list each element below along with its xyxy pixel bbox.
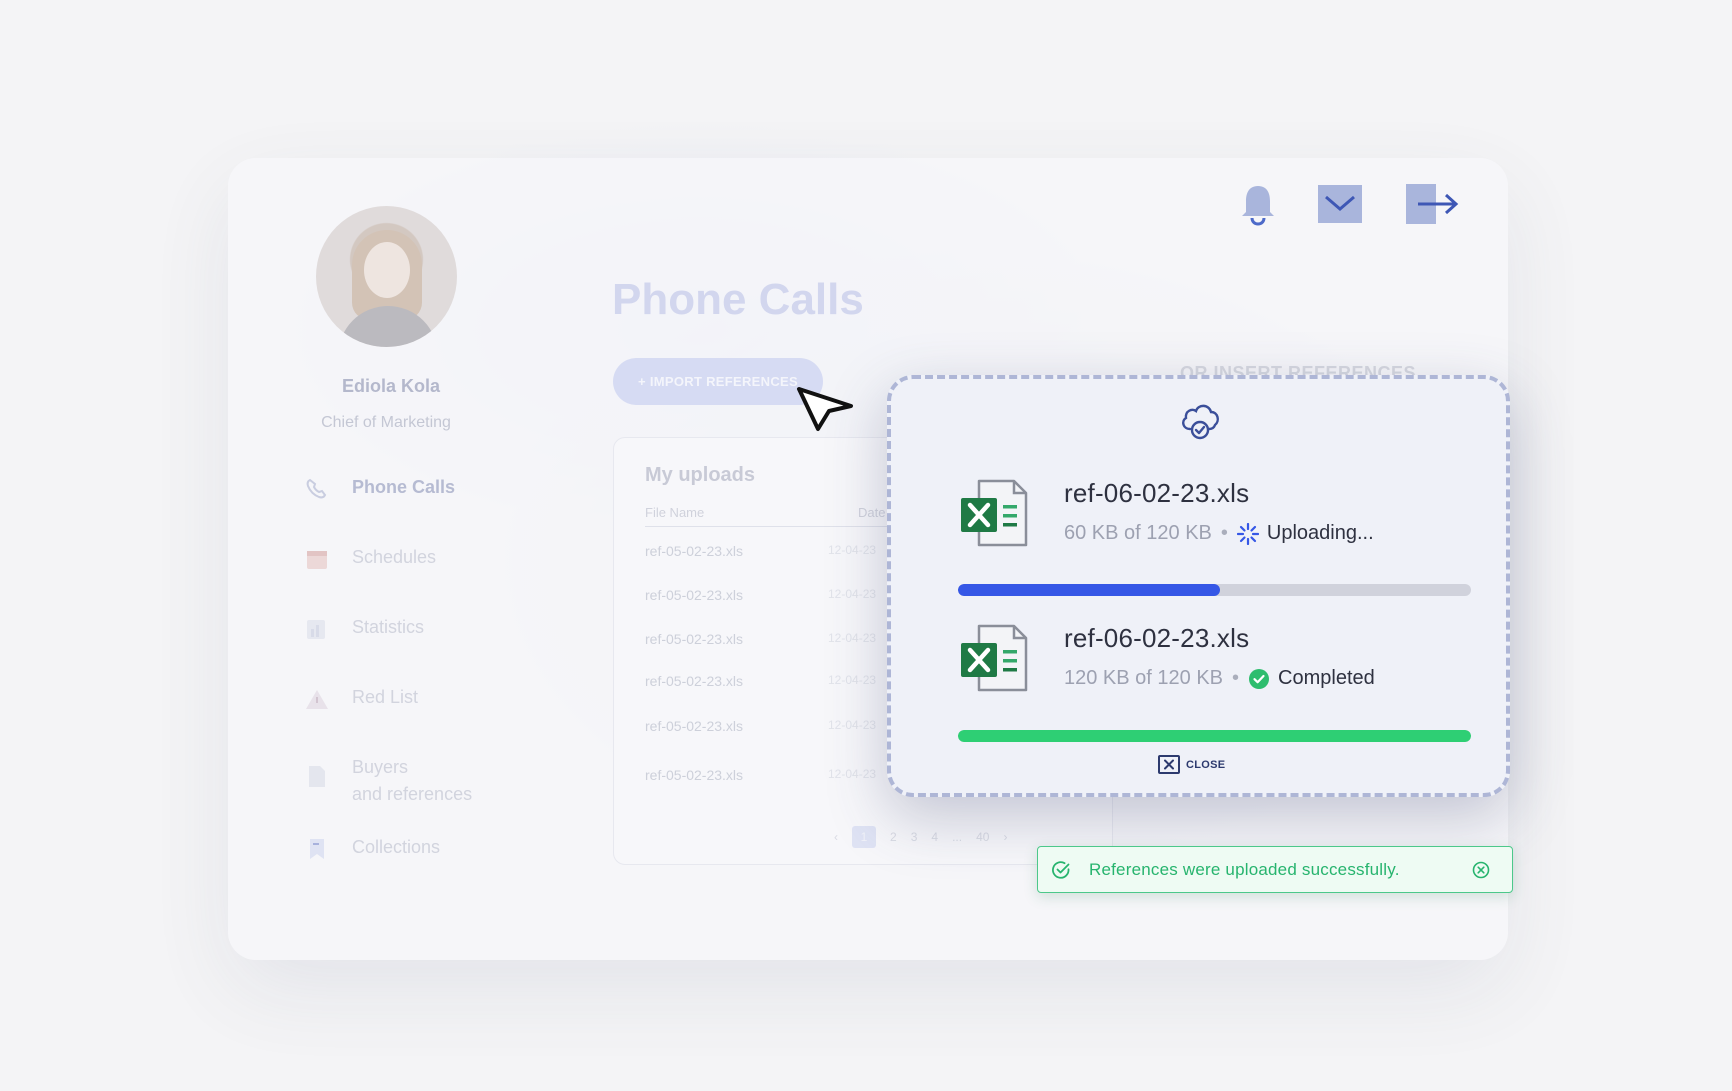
check-circle-outline-icon — [1052, 861, 1070, 879]
dismiss-toast-icon[interactable] — [1472, 861, 1490, 879]
sidebar-item-label: Schedules — [352, 547, 437, 567]
close-icon — [1158, 755, 1180, 774]
file-meta: 120 KB of 120 KB • Completed — [1064, 667, 1375, 690]
file-size: 120 KB of 120 KB — [1064, 667, 1224, 689]
sidebar-item-phone-calls[interactable]: Phone Calls — [304, 477, 455, 501]
date-cell: 12-04-23 — [828, 718, 877, 732]
calendar-icon — [307, 551, 327, 569]
success-toast: References were uploaded successfully. — [1037, 846, 1513, 893]
pager-prev[interactable]: ‹ — [834, 830, 838, 844]
excel-file-icon — [961, 624, 1028, 692]
table-row[interactable]: ref-05-02-23.xls 12-04-23 — [645, 631, 876, 647]
file-name-cell: ref-05-02-23.xls — [645, 718, 744, 734]
sidebar-item-red-list[interactable]: Red List — [304, 687, 418, 711]
file-name-cell: ref-05-02-23.xls — [645, 673, 744, 689]
file-name-cell: ref-05-02-23.xls — [645, 587, 744, 603]
sidebar-item-statistics[interactable]: Statistics — [304, 617, 424, 641]
warning-icon — [306, 690, 328, 709]
user-name: Ediola Kola — [341, 376, 440, 396]
date-cell: 12-04-23 — [828, 631, 877, 645]
cloud-check-icon — [1182, 404, 1219, 440]
excel-file-icon — [961, 479, 1028, 547]
close-button[interactable]: CLOSE — [1158, 755, 1225, 774]
check-circle-icon — [1249, 668, 1270, 689]
table-row[interactable]: ref-05-02-23.xls 12-04-23 — [645, 543, 876, 559]
table-row[interactable]: ref-05-02-23.xls 12-04-23 — [645, 767, 876, 783]
mouse-cursor-icon — [797, 387, 853, 431]
sidebar-item-label: Statistics — [352, 617, 425, 637]
sidebar-item-label-2: and references — [352, 784, 473, 804]
pager-page[interactable]: 40 — [976, 830, 989, 844]
file-size: 60 KB of 120 KB — [1064, 522, 1212, 544]
logout-icon[interactable] — [1406, 184, 1462, 224]
progress-fill — [958, 730, 1471, 742]
phone-icon — [306, 478, 327, 499]
sidebar-item-buyers[interactable]: Buyers and references — [304, 754, 472, 808]
file-name: ref-06-02-23.xls — [1064, 623, 1250, 653]
date-cell: 12-04-23 — [828, 587, 877, 601]
file-name-cell: ref-05-02-23.xls — [645, 543, 744, 559]
import-references-button[interactable]: + IMPORT REFERENCES — [613, 358, 823, 405]
close-label: CLOSE — [1186, 758, 1226, 771]
upload-modal: ref-06-02-23.xls 60 KB of 120 KB • Uploa… — [887, 375, 1510, 797]
table-row[interactable]: ref-05-02-23.xls 12-04-23 — [645, 718, 876, 734]
pagination: ‹ 1 2 3 4 ... 40 › — [834, 826, 1007, 848]
date-cell: 12-04-23 — [828, 543, 877, 557]
pager-ellipsis: ... — [952, 830, 963, 844]
toast-message: References were uploaded successfully. — [1089, 860, 1400, 879]
avatar — [316, 206, 457, 347]
pager-page[interactable]: 2 — [890, 830, 897, 844]
upload-file-item: ref-06-02-23.xls 120 KB of 120 KB • Comp… — [959, 623, 1459, 703]
column-header-date: Date — [858, 505, 886, 520]
table-row[interactable]: ref-05-02-23.xls 12-04-23 — [645, 673, 876, 689]
upload-progress-bar — [958, 730, 1471, 742]
pager-page[interactable]: 3 — [911, 830, 918, 844]
chart-icon — [307, 620, 325, 639]
spinner-icon — [1236, 522, 1259, 545]
mail-icon[interactable] — [1318, 185, 1362, 223]
date-cell: 12-04-23 — [828, 673, 877, 687]
document-icon — [309, 766, 325, 787]
separator-dot: • — [1232, 667, 1240, 689]
sidebar-item-schedules[interactable]: Schedules — [304, 547, 436, 571]
sidebar-item-label: Collections — [352, 837, 441, 857]
file-name: ref-06-02-23.xls — [1064, 478, 1250, 508]
page-title: Phone Calls — [612, 275, 864, 324]
date-cell: 12-04-23 — [828, 767, 877, 781]
column-header-file-name: File Name — [645, 505, 705, 520]
uploads-title: My uploads — [645, 464, 756, 486]
sidebar-item-label: Phone Calls — [352, 477, 456, 497]
pager-page[interactable]: 4 — [931, 830, 938, 844]
sidebar-item-label: Buyers — [352, 757, 409, 777]
sidebar-item-collections[interactable]: Collections — [304, 837, 440, 861]
pager-next[interactable]: › — [1003, 830, 1007, 844]
separator-dot: • — [1220, 522, 1228, 544]
bell-icon[interactable] — [1238, 182, 1278, 226]
sidebar-item-label: Red List — [352, 687, 419, 707]
file-name-cell: ref-05-02-23.xls — [645, 631, 744, 647]
upload-file-item: ref-06-02-23.xls 60 KB of 120 KB • Uploa… — [959, 478, 1459, 558]
user-role: Chief of Marketing — [321, 414, 451, 431]
file-meta: 60 KB of 120 KB • Uploading... — [1064, 522, 1374, 545]
upload-status: Completed — [1278, 667, 1375, 689]
file-name-cell: ref-05-02-23.xls — [645, 767, 744, 783]
uploads-table-header: File Name Date — [645, 505, 895, 527]
progress-fill — [958, 584, 1220, 596]
pager-page[interactable]: 1 — [852, 826, 876, 848]
bookmark-icon — [310, 839, 324, 859]
upload-status: Uploading... — [1266, 522, 1374, 544]
upload-progress-bar — [958, 584, 1471, 596]
table-row[interactable]: ref-05-02-23.xls 12-04-23 — [645, 587, 876, 603]
